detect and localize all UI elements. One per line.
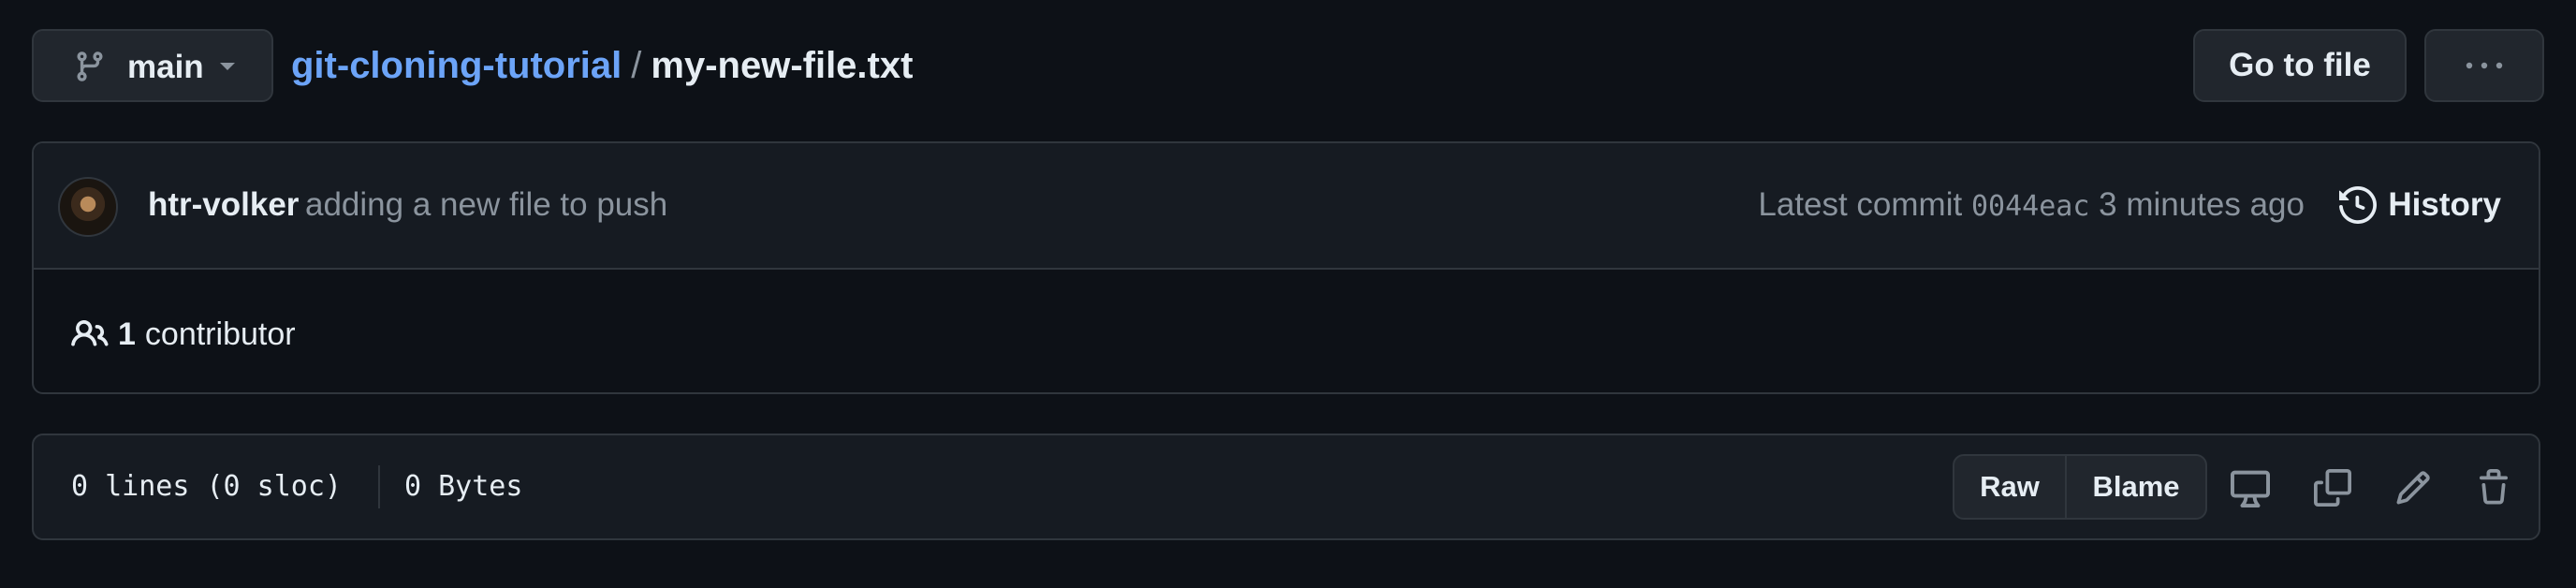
file-navigation-bar: main git-cloning-tutorial / my-new-file.… <box>32 29 2544 104</box>
commit-meta: Latest commit 0044eac 3 minutes ago <box>1758 186 2305 226</box>
file-size: 0 Bytes <box>404 470 523 503</box>
commit-author-link[interactable]: htr-volker <box>148 186 299 224</box>
latest-commit-label: Latest commit <box>1758 186 1963 223</box>
contributors-link[interactable]: 1 contributor <box>71 314 296 355</box>
contributors-count: 1 <box>118 316 136 352</box>
file-info-divider <box>378 465 380 508</box>
file-info-bar: 0 lines (0 sloc) 0 Bytes Raw Blame <box>32 434 2540 540</box>
more-options-button[interactable] <box>2424 29 2544 102</box>
history-label: History <box>2388 186 2501 223</box>
copy-raw-button[interactable] <box>2306 462 2359 514</box>
branch-name: main <box>127 49 204 85</box>
history-link[interactable]: History <box>2339 181 2501 229</box>
raw-blame-button-group: Raw Blame <box>1953 454 2207 520</box>
open-desktop-button[interactable] <box>2224 462 2276 514</box>
history-icon <box>2339 186 2378 224</box>
git-branch-icon <box>77 51 103 81</box>
commit-message-link[interactable]: adding a new file to push <box>305 186 667 224</box>
kebab-horizontal-icon <box>2466 62 2503 69</box>
blame-button[interactable]: Blame <box>2067 456 2205 518</box>
branch-selector-button[interactable]: main <box>32 29 273 102</box>
go-to-file-button[interactable]: Go to file <box>2193 29 2407 102</box>
pencil-icon <box>2396 471 2430 505</box>
contributors-label: contributor <box>144 316 296 352</box>
breadcrumb: git-cloning-tutorial / my-new-file.txt <box>291 44 913 87</box>
trash-icon <box>2480 469 2508 505</box>
latest-commit-box: htr-volker adding a new file to push Lat… <box>32 141 2540 394</box>
breadcrumb-file-name: my-new-file.txt <box>651 45 914 86</box>
file-line-count: 0 lines (0 sloc) <box>71 470 342 503</box>
commit-header: htr-volker adding a new file to push Lat… <box>34 143 2539 270</box>
breadcrumb-separator: / <box>631 45 642 86</box>
commit-sha-link[interactable]: 0044eac <box>1971 190 2089 223</box>
desktop-icon <box>2231 470 2270 507</box>
raw-button[interactable]: Raw <box>1954 456 2067 518</box>
caret-down-icon <box>220 63 235 70</box>
delete-file-button[interactable] <box>2467 462 2520 514</box>
people-icon <box>71 319 109 346</box>
avatar[interactable] <box>58 177 118 237</box>
commit-time: 3 minutes ago <box>2099 186 2305 223</box>
breadcrumb-repo-link[interactable]: git-cloning-tutorial <box>291 44 622 87</box>
edit-file-button[interactable] <box>2387 462 2439 514</box>
file-view-page: main git-cloning-tutorial / my-new-file.… <box>0 0 2576 588</box>
copy-icon <box>2314 469 2351 507</box>
